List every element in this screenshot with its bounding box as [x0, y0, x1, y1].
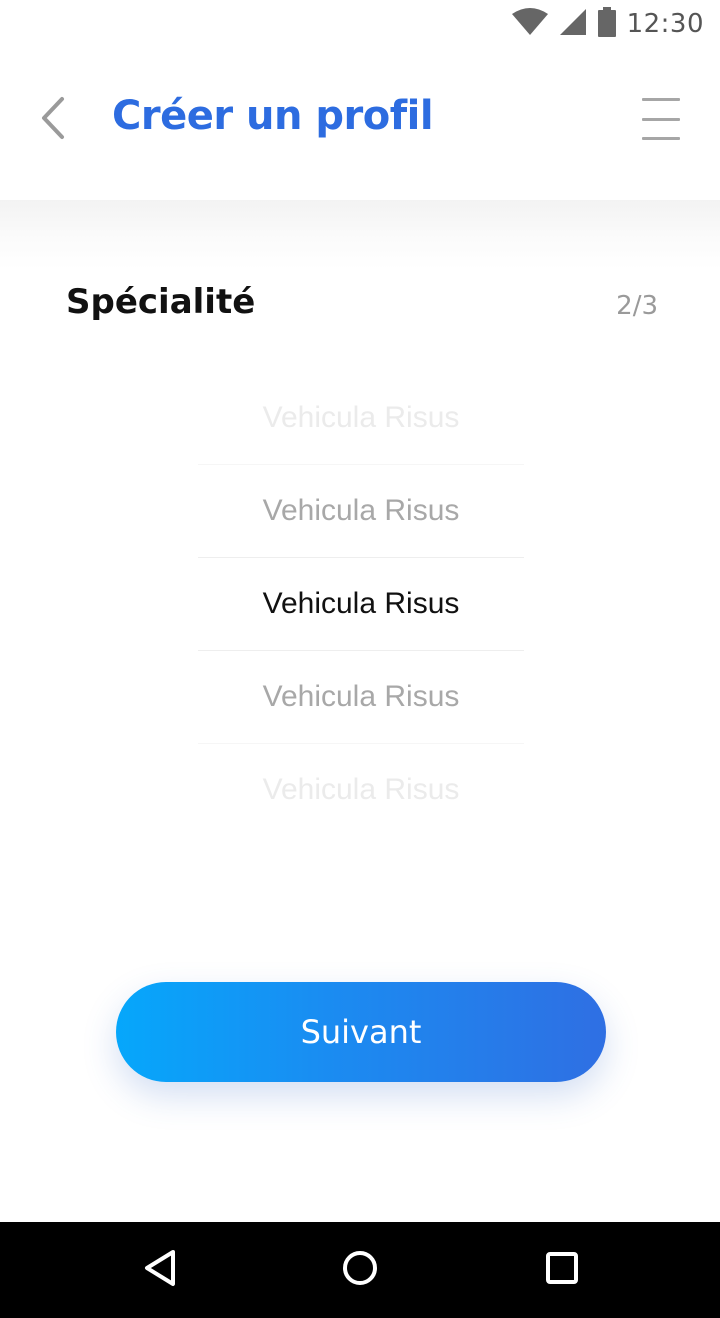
system-nav-bar	[0, 1222, 720, 1318]
hamburger-menu-icon	[642, 98, 680, 101]
app-header: Créer un profil	[0, 48, 720, 200]
specialty-picker[interactable]: Vehicula Risus Vehicula Risus Vehicula R…	[198, 372, 524, 836]
back-button[interactable]	[28, 94, 78, 146]
status-time: 12:30	[626, 9, 704, 39]
nav-home-button[interactable]	[336, 1246, 384, 1294]
nav-recents-button[interactable]	[538, 1246, 586, 1294]
page-title: Créer un profil	[112, 93, 434, 139]
picker-item[interactable]: Vehicula Risus	[198, 465, 524, 557]
chevron-left-icon	[38, 96, 68, 145]
section-title: Spécialité	[66, 282, 256, 322]
status-bar: 12:30	[0, 0, 720, 48]
menu-button[interactable]	[642, 98, 684, 140]
home-circle-icon	[340, 1248, 380, 1293]
picker-item[interactable]: Vehicula Risus	[198, 744, 524, 836]
next-button[interactable]: Suivant	[116, 982, 606, 1082]
picker-item-selected[interactable]: Vehicula Risus	[198, 558, 524, 650]
back-triangle-icon	[142, 1248, 178, 1293]
battery-icon	[597, 6, 617, 42]
wifi-icon	[511, 7, 549, 41]
step-indicator: 2/3	[616, 291, 658, 321]
picker-item[interactable]: Vehicula Risus	[198, 372, 524, 464]
recents-square-icon	[544, 1250, 580, 1291]
status-icons: 12:30	[511, 6, 704, 42]
profile-form: Spécialité 2/3 Vehicula Risus Vehicula R…	[0, 200, 720, 1222]
nav-back-button[interactable]	[136, 1246, 184, 1294]
picker-item[interactable]: Vehicula Risus	[198, 651, 524, 743]
cell-signal-icon	[559, 8, 587, 41]
